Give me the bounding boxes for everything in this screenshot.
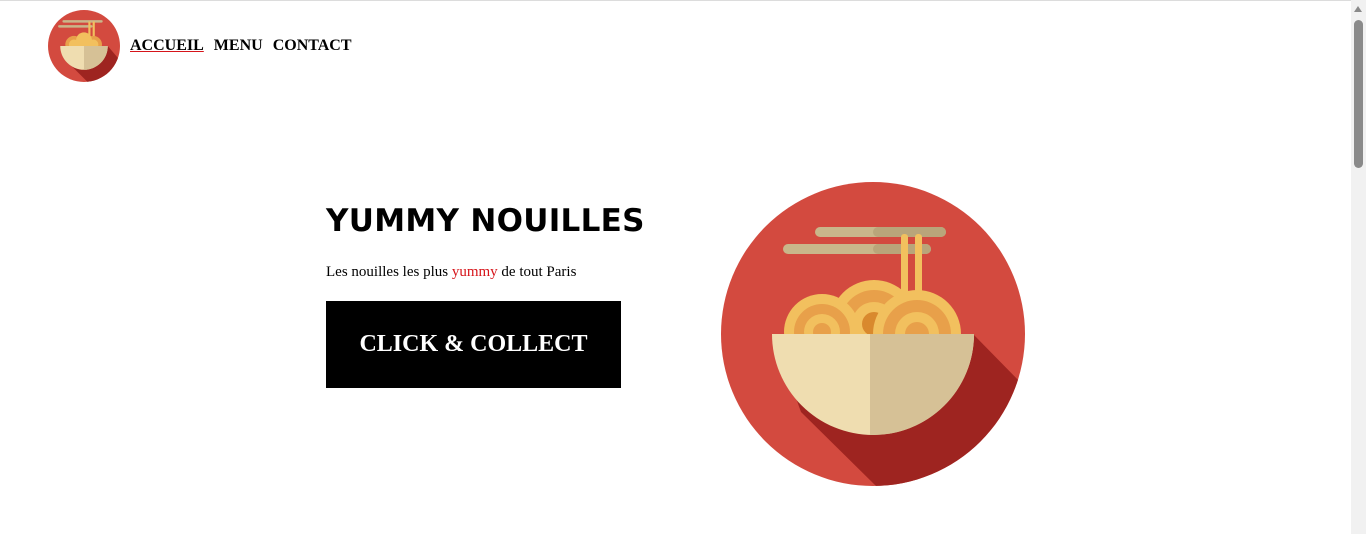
nav-item-menu[interactable]: MENU: [214, 36, 263, 56]
click-and-collect-button[interactable]: CLICK & COLLECT: [326, 301, 621, 388]
tagline-after: de tout Paris: [497, 264, 577, 280]
tagline: Les nouilles les plus yummy de tout Pari…: [326, 262, 576, 282]
tagline-before: Les nouilles les plus: [326, 264, 452, 280]
window-top-border: [0, 0, 1366, 1]
noodle-bowl-icon: [48, 10, 120, 82]
main-nav: ACCUEIL MENU CONTACT: [130, 36, 352, 56]
nav-item-contact[interactable]: CONTACT: [273, 36, 352, 56]
vertical-scrollbar[interactable]: [1351, 0, 1366, 534]
page-title: YUMMY NOUILLES: [326, 203, 645, 239]
scroll-up-arrow-icon[interactable]: [1354, 6, 1362, 12]
scrollbar-thumb[interactable]: [1354, 20, 1363, 168]
nav-item-accueil[interactable]: ACCUEIL: [130, 36, 204, 56]
noodle-bowl-icon: [721, 182, 1025, 486]
tagline-accent: yummy: [451, 264, 498, 280]
